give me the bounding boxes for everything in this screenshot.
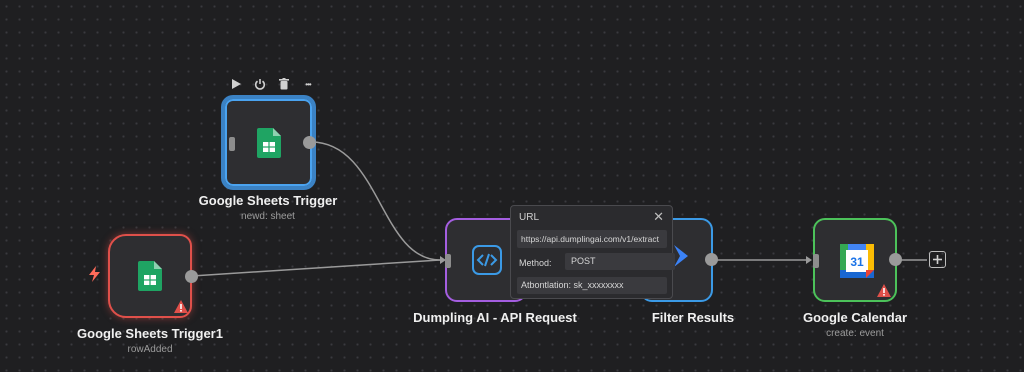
more-icon[interactable]: ••• (301, 77, 315, 91)
node-subtitle: create: event (826, 328, 884, 339)
output-port[interactable] (705, 253, 718, 266)
calendar-day-text: 31 (850, 255, 864, 269)
auth-field[interactable]: Atbontlation: sk_xxxxxxxx (517, 277, 667, 294)
node-subtitle: rowAdded (127, 344, 173, 355)
node-label: Google Calendar (802, 310, 908, 325)
warning-icon (877, 284, 891, 302)
google-calendar-icon: 31 (840, 244, 874, 283)
edge-arrow-calendar (806, 256, 812, 264)
google-sheets-icon (257, 128, 281, 163)
input-port[interactable] (445, 254, 451, 268)
trash-icon[interactable] (277, 77, 291, 91)
node-label: Google Sheets Trigger1 (77, 326, 223, 341)
node-google-sheets-trigger[interactable] (221, 95, 316, 190)
node-label: Dumpling AI - API Request (413, 310, 577, 325)
node-google-calendar[interactable]: 31 (813, 218, 897, 302)
add-node-button[interactable] (929, 251, 946, 268)
power-icon[interactable] (253, 77, 267, 91)
plus-icon (933, 255, 942, 264)
node-side-handle (229, 137, 235, 151)
node-label: Google Sheets Trigger (198, 193, 338, 208)
output-port[interactable] (303, 136, 316, 149)
output-port[interactable] (185, 270, 198, 283)
warning-icon (174, 300, 188, 318)
node-google-sheets-trigger1[interactable] (108, 234, 192, 318)
code-brackets-icon (472, 245, 502, 280)
parameter-popup: URL ✕ https://api.dumplingai.com/v1/extr… (510, 205, 675, 299)
workflow-canvas[interactable]: ••• Google Sheets Trigger newd: sheet Go… (0, 0, 1024, 372)
filter-icon (674, 245, 688, 272)
input-port[interactable] (813, 254, 819, 268)
trigger-bolt-icon (89, 266, 101, 287)
method-field[interactable]: POST (565, 253, 675, 270)
node-subtitle: newd: sheet (241, 211, 295, 222)
method-label: Method: (519, 258, 552, 268)
google-sheets-icon (138, 261, 162, 296)
popup-title: URL (519, 212, 540, 223)
play-icon[interactable] (229, 77, 243, 91)
url-field[interactable]: https://api.dumplingai.com/v1/extract (517, 230, 667, 248)
close-icon[interactable]: ✕ (653, 209, 664, 225)
node-toolbar: ••• (229, 77, 315, 91)
output-port[interactable] (889, 253, 902, 266)
edge-sheets-trigger1-to-dumpling (191, 259, 441, 277)
node-label: Filter Results (651, 310, 735, 325)
